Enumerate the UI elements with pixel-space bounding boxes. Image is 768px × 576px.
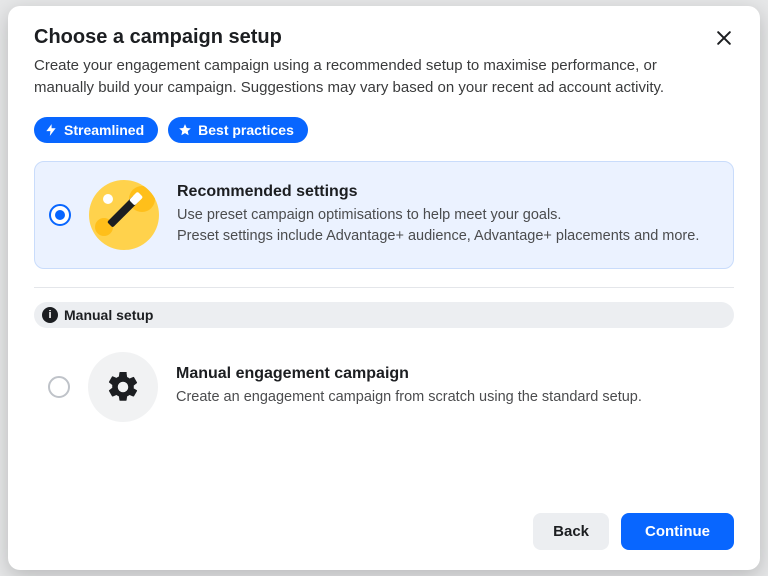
- option-manual-text: Manual engagement campaign Create an eng…: [176, 365, 728, 408]
- radio-recommended[interactable]: [49, 204, 71, 226]
- header-text: Choose a campaign setup Create your enga…: [34, 26, 694, 99]
- continue-button[interactable]: Continue: [621, 513, 734, 550]
- magic-wand-icon: [89, 180, 159, 250]
- lightning-icon: [44, 123, 58, 137]
- star-icon: [178, 123, 192, 137]
- badge-manual-setup-label: Manual setup: [64, 307, 153, 323]
- option-recommended-desc: Use preset campaign optimisations to hel…: [177, 205, 713, 246]
- option-recommended-title: Recommended settings: [177, 183, 713, 201]
- option-recommended-text: Recommended settings Use preset campaign…: [177, 183, 713, 246]
- option-manual-title: Manual engagement campaign: [176, 365, 728, 383]
- close-icon: [714, 28, 734, 48]
- radio-manual[interactable]: [48, 376, 70, 398]
- gear-icon: [105, 369, 141, 405]
- gear-icon-container: [88, 352, 158, 422]
- divider: [34, 287, 734, 288]
- close-button[interactable]: [710, 24, 738, 55]
- badge-best-practices: Best practices: [168, 117, 308, 143]
- badge-streamlined-label: Streamlined: [64, 123, 144, 137]
- badge-best-practices-label: Best practices: [198, 123, 294, 137]
- option-manual[interactable]: Manual engagement campaign Create an eng…: [34, 352, 734, 422]
- back-button[interactable]: Back: [533, 513, 609, 550]
- option-manual-desc: Create an engagement campaign from scrat…: [176, 387, 728, 408]
- badge-manual-setup: i Manual setup: [34, 302, 734, 328]
- info-icon: i: [42, 307, 58, 323]
- modal-header: Choose a campaign setup Create your enga…: [34, 26, 734, 99]
- campaign-setup-modal: Choose a campaign setup Create your enga…: [8, 6, 760, 570]
- option-recommended[interactable]: Recommended settings Use preset campaign…: [34, 161, 734, 269]
- modal-footer: Back Continue: [34, 497, 734, 550]
- modal-title: Choose a campaign setup: [34, 26, 694, 49]
- feature-badges: Streamlined Best practices: [34, 117, 734, 143]
- badge-streamlined: Streamlined: [34, 117, 158, 143]
- modal-subtitle: Create your engagement campaign using a …: [34, 55, 694, 99]
